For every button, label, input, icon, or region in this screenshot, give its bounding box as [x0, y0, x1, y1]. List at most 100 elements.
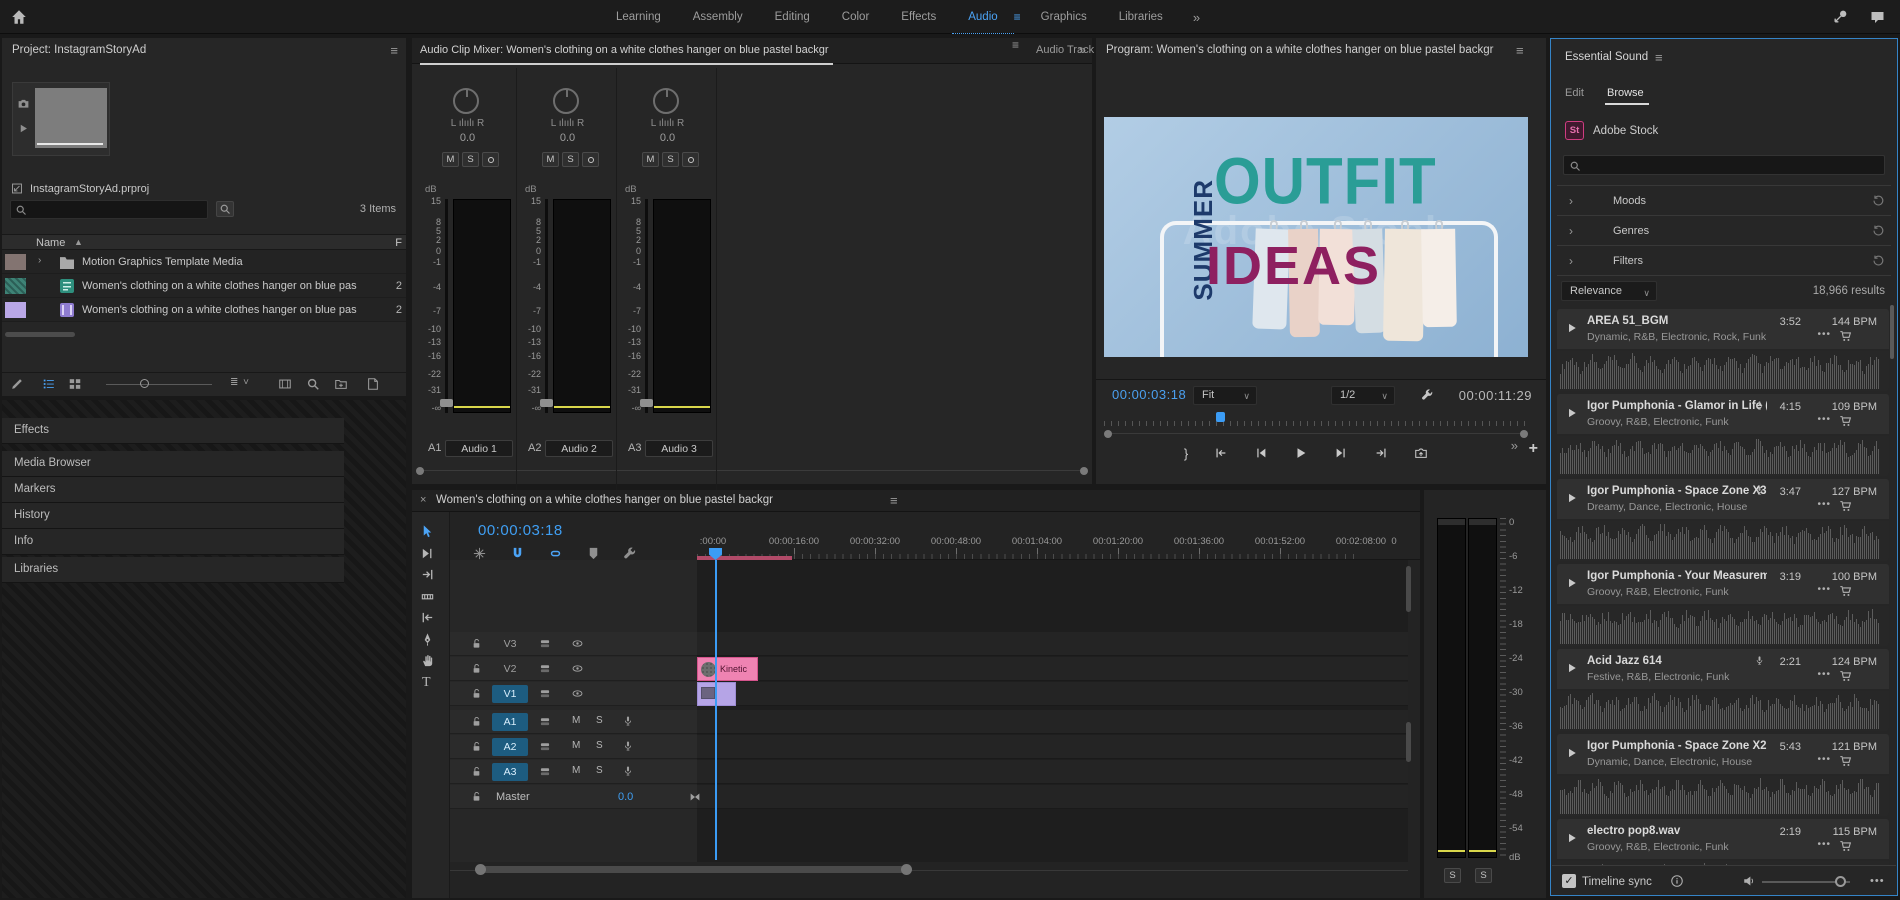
find-icon[interactable] [306, 377, 320, 391]
timeline-timecode[interactable]: 00:00:03:18 [478, 522, 563, 539]
expander-chevron-icon[interactable]: › [38, 255, 41, 266]
play-icon[interactable] [18, 123, 29, 134]
go-to-out-button[interactable] [1374, 446, 1388, 460]
mute-button[interactable]: M [642, 152, 659, 167]
workspace-tab-learning[interactable]: Learning [600, 0, 677, 34]
pan-knob[interactable] [453, 88, 479, 114]
fader-track[interactable] [545, 199, 548, 413]
pan-bowtie-icon[interactable] [688, 790, 702, 804]
filter-section-moods[interactable]: ›Moods [1557, 185, 1891, 215]
stock-audio-item-header[interactable]: Igor Pumphonia - Your Measurement (O...G… [1557, 564, 1889, 604]
track-visibility-eye-icon[interactable] [570, 637, 585, 650]
panel-tab-markers[interactable]: Markers [2, 477, 344, 503]
project-row-seq[interactable]: Women's clothing on a white clothes hang… [2, 274, 406, 298]
program-scrollbar[interactable] [1104, 433, 1528, 434]
tab-browse[interactable]: Browse [1607, 87, 1644, 99]
sort-dropdown[interactable]: Relevance∨ [1561, 281, 1657, 301]
tool-ripple-edit[interactable] [420, 567, 440, 585]
stock-audio-item[interactable]: Igor Pumphonia - Your Measurement (O...G… [1557, 564, 1889, 646]
new-item-icon[interactable] [366, 377, 380, 391]
project-list-header[interactable]: Name ▲ F [2, 234, 406, 250]
mark-out-button[interactable]: } [1184, 446, 1188, 461]
button-overflow-icon[interactable]: » [1511, 438, 1518, 453]
tool-selection[interactable] [420, 524, 440, 542]
edit-pencil-icon[interactable] [10, 377, 24, 391]
track-solo-button[interactable]: S [596, 765, 603, 776]
track-mute-button[interactable]: M [572, 740, 580, 751]
tab-audio-clip-mixer[interactable]: Audio Clip Mixer: Women's clothing on a … [420, 38, 833, 65]
panel-menu-icon[interactable]: ≡ [1516, 43, 1524, 58]
lock-icon[interactable] [470, 662, 483, 675]
track-target-button[interactable]: V2 [492, 660, 528, 678]
panel-tab-libraries[interactable]: Libraries [2, 557, 344, 583]
play-button[interactable] [1566, 322, 1578, 334]
more-options-button[interactable]: ••• [1817, 669, 1831, 680]
track-target-button[interactable]: A2 [492, 738, 528, 756]
add-to-cart-icon[interactable] [1839, 329, 1853, 343]
pan-value[interactable]: 0.0 [520, 132, 615, 144]
track-source-icon[interactable] [538, 715, 552, 728]
voiceover-record-icon[interactable] [622, 739, 634, 753]
track-mute-button[interactable]: M [572, 765, 580, 776]
nest-toggle-icon[interactable] [472, 546, 487, 561]
tool-track-select-forward[interactable] [420, 546, 440, 564]
chevron-right-icon[interactable]: › [1569, 194, 1573, 208]
workspace-tab-audio[interactable]: Audio [952, 1, 1013, 34]
reset-icon[interactable] [1871, 194, 1885, 208]
video-tracks-scrollbar[interactable] [1406, 566, 1411, 612]
new-bin-icon[interactable] [334, 377, 348, 391]
lock-icon[interactable] [470, 765, 483, 778]
stock-audio-item-header[interactable]: Igor Pumphonia - Space Zone X3(2)Dreamy,… [1557, 479, 1889, 519]
speaker-icon[interactable] [1742, 874, 1757, 888]
voiceover-record-icon[interactable] [622, 714, 634, 728]
track-lane-a1[interactable] [697, 710, 1408, 734]
linked-selection-icon[interactable] [548, 546, 563, 561]
reset-icon[interactable] [1871, 254, 1885, 268]
track-lane-v1[interactable] [697, 682, 1408, 706]
mute-button[interactable]: M [442, 152, 459, 167]
more-options-button[interactable]: ••• [1817, 329, 1831, 340]
timeline-tab-title[interactable]: Women's clothing on a white clothes hang… [436, 494, 773, 506]
solo-button[interactable]: S [562, 152, 579, 167]
add-to-cart-icon[interactable] [1839, 669, 1853, 683]
workspace-menu-icon[interactable]: ≡ [1014, 10, 1025, 24]
stock-audio-item-header[interactable]: AREA 51_BGMDynamic, R&B, Electronic, Roc… [1557, 309, 1889, 349]
panel-tab-info[interactable]: Info [2, 529, 344, 555]
fader-track[interactable] [645, 199, 648, 413]
keyframe-button[interactable] [482, 152, 499, 167]
timeline-clip-video[interactable] [697, 682, 736, 706]
add-to-cart-icon[interactable] [1839, 754, 1853, 768]
project-search-input[interactable] [10, 200, 208, 219]
panel-tab-history[interactable]: History [2, 503, 344, 529]
track-lane-v2[interactable] [697, 657, 1408, 681]
volume-slider-handle[interactable] [1835, 876, 1846, 887]
track-lane-a2[interactable] [697, 735, 1408, 759]
track-lane-v3[interactable] [697, 632, 1408, 656]
track-name-field[interactable]: Audio 1 [445, 440, 513, 457]
lock-icon[interactable] [470, 740, 483, 753]
automate-sequence-icon[interactable] [278, 377, 292, 391]
voiceover-record-icon[interactable] [622, 764, 634, 778]
snap-magnet-icon[interactable] [510, 546, 525, 561]
add-to-cart-icon[interactable] [1839, 499, 1853, 513]
timeline-settings-wrench-icon[interactable] [622, 546, 637, 561]
sort-options-button[interactable]: ≣ ˅ [230, 377, 250, 388]
solo-right-button[interactable]: S [1475, 868, 1492, 883]
track-visibility-eye-icon[interactable] [570, 662, 585, 675]
track-target-button[interactable]: V3 [492, 635, 528, 653]
export-frame-button[interactable] [1414, 446, 1428, 460]
icon-view-button[interactable] [68, 377, 82, 391]
track-visibility-eye-icon[interactable] [570, 687, 585, 700]
tool-hand[interactable] [420, 653, 440, 671]
play-button[interactable] [1566, 407, 1578, 419]
panel-menu-icon[interactable]: ≡ [1655, 50, 1663, 65]
fader-track[interactable] [445, 199, 448, 413]
zoom-level-dropdown[interactable]: Fit∨ [1193, 386, 1257, 405]
scrollbar-knob[interactable] [1080, 467, 1088, 475]
chevron-right-icon[interactable]: › [1569, 254, 1573, 268]
keyframe-button[interactable] [682, 152, 699, 167]
program-current-timecode[interactable]: 00:00:03:18 [1112, 387, 1186, 402]
stock-search-input[interactable] [1563, 155, 1885, 175]
panel-menu-icon[interactable]: ≡ [890, 493, 898, 508]
tool-pen[interactable] [420, 632, 440, 650]
